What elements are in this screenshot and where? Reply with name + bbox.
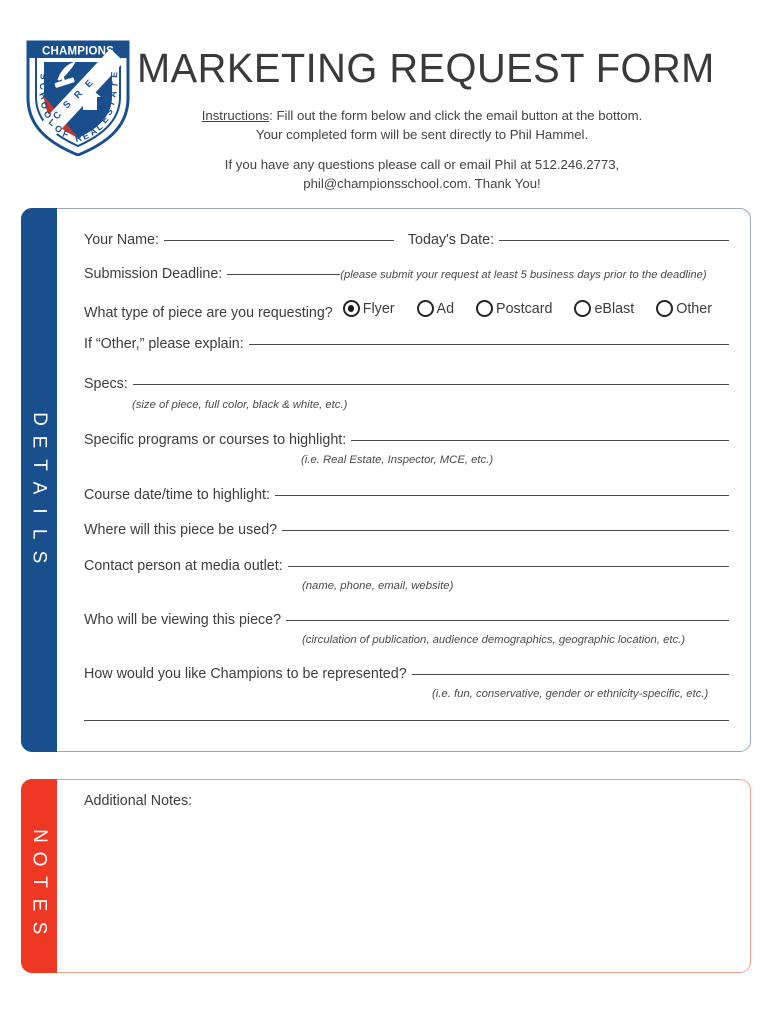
represented-input-line2[interactable] <box>84 720 729 721</box>
radio-label-flyer: Flyer <box>362 300 395 317</box>
radio-option-flyer[interactable]: Flyer <box>342 300 395 317</box>
piece-type-question: What type of piece are you requesting? <box>84 305 333 321</box>
notes-panel: NOTES Additional Notes: <box>21 779 751 973</box>
who-viewing-hint: (circulation of publication, audience de… <box>302 634 686 646</box>
specs-label: Specs: <box>84 376 128 392</box>
radio-label-ad: Ad <box>436 300 455 317</box>
instructions-line2: Your completed form will be sent directl… <box>255 127 589 142</box>
represented-hint: (i.e. fun, conservative, gender or ethni… <box>432 688 709 700</box>
radio-label-eblast: eBlast <box>594 300 635 317</box>
contact-person-label: Contact person at media outlet: <box>84 558 283 574</box>
contact-line2: phil@championsschool.com. Thank You! <box>303 176 541 191</box>
programs-input[interactable] <box>351 440 729 441</box>
page-title: MARKETING REQUEST FORM <box>137 45 715 91</box>
specs-input[interactable] <box>132 384 729 385</box>
radio-label-postcard: Postcard <box>496 300 553 317</box>
programs-hint: (i.e. Real Estate, Inspector, MCE, etc.) <box>301 454 494 466</box>
other-explain-label: If “Other,” please explain: <box>84 336 244 352</box>
radio-option-eblast[interactable]: eBlast <box>574 300 634 317</box>
row-represented: How would you like Champions to be repre… <box>84 666 729 682</box>
svg-text:CHAMPIONS: CHAMPIONS <box>42 46 114 58</box>
radio-icon-postcard[interactable] <box>476 300 494 317</box>
row-contact-person: Contact person at media outlet: <box>84 558 729 574</box>
instructions-label: Instructions <box>201 108 270 123</box>
radio-option-postcard[interactable]: Postcard <box>476 300 552 317</box>
row-submission-deadline: Submission Deadline: (please submit your… <box>84 266 744 282</box>
row-course-datetime: Course date/time to highlight: <box>84 487 729 503</box>
submission-deadline-label: Submission Deadline: <box>84 266 223 282</box>
contact-person-input[interactable] <box>287 566 729 567</box>
course-datetime-label: Course date/time to highlight: <box>84 487 270 503</box>
row-who-viewing: Who will be viewing this piece? <box>84 612 729 628</box>
instructions-block: Instructions: Fill out the form below an… <box>137 106 707 144</box>
your-name-input[interactable] <box>163 240 394 241</box>
additional-notes-input[interactable] <box>84 817 729 957</box>
programs-label: Specific programs or courses to highligh… <box>84 432 347 448</box>
instructions-line1: : Fill out the form below and click the … <box>269 108 643 123</box>
additional-notes-label: Additional Notes: <box>84 793 193 809</box>
radio-icon-flyer[interactable] <box>342 300 360 317</box>
row-other-explain: If “Other,” please explain: <box>84 336 729 352</box>
details-form-body: Your Name: Today's Date: Submission Dead… <box>62 208 751 752</box>
champions-logo-icon: CHAMPIONS C S R E S C H O O L O F R E A … <box>26 40 130 156</box>
contact-line1: If you have any questions please call or… <box>224 157 620 172</box>
radio-label-other: Other <box>676 300 712 317</box>
radio-icon-ad[interactable] <box>416 300 434 317</box>
submission-deadline-hint: (please submit your request at least 5 b… <box>340 269 707 281</box>
other-explain-input[interactable] <box>248 344 729 345</box>
represented-label: How would you like Champions to be repre… <box>84 666 407 682</box>
row-programs: Specific programs or courses to highligh… <box>84 432 729 448</box>
specs-hint: (size of piece, full color, black & whit… <box>132 399 348 411</box>
contact-block: If you have any questions please call or… <box>137 155 707 193</box>
notes-side-tab <box>21 779 57 973</box>
row-piece-type: What type of piece are you requesting? F… <box>84 300 744 321</box>
notes-form-body: Additional Notes: <box>62 779 751 973</box>
details-side-tab <box>21 208 57 752</box>
submission-deadline-input[interactable] <box>227 274 341 275</box>
radio-option-ad[interactable]: Ad <box>416 300 455 317</box>
row-specs: Specs: <box>84 376 729 392</box>
svg-text:E: E <box>109 71 119 78</box>
radio-icon-other[interactable] <box>656 300 674 317</box>
todays-date-label: Today's Date: <box>407 232 495 248</box>
row-your-name: Your Name: Today's Date: <box>84 232 729 248</box>
represented-input[interactable] <box>411 674 729 675</box>
radio-option-other[interactable]: Other <box>656 300 712 317</box>
piece-type-radio-group: Flyer Ad Postcard eBlast Other <box>342 300 712 317</box>
contact-person-hint: (name, phone, email, website) <box>302 580 454 592</box>
radio-icon-eblast[interactable] <box>574 300 592 317</box>
your-name-label: Your Name: <box>84 232 159 248</box>
details-panel: DETAILS Your Name: Today's Date: Submiss… <box>21 208 751 752</box>
who-viewing-label: Who will be viewing this piece? <box>84 612 282 628</box>
todays-date-input[interactable] <box>499 240 729 241</box>
where-used-input[interactable] <box>282 530 729 531</box>
row-where-used: Where will this piece be used? <box>84 522 729 538</box>
where-used-label: Where will this piece be used? <box>84 522 278 538</box>
who-viewing-input[interactable] <box>286 620 729 621</box>
page-header: CHAMPIONS C S R E S C H O O L O F R E A … <box>0 0 770 200</box>
course-datetime-input[interactable] <box>274 495 729 496</box>
